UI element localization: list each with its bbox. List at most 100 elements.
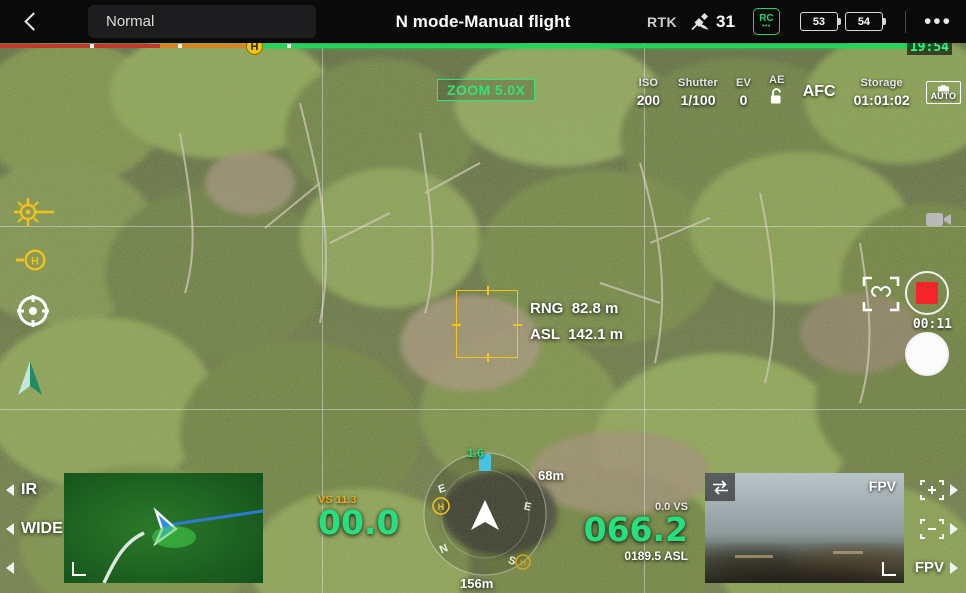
svg-text:H: H [438,502,445,512]
zoom-out-icon [920,518,944,539]
camera-mode-wide-label: WIDE [21,519,63,537]
more-options-button[interactable]: ••• [924,11,952,32]
compass-attitude-indicator: E N S E H H [419,448,551,580]
gimbal-pitch-marker-icon[interactable] [14,198,54,231]
asl-label: ASL [530,326,560,343]
auto-badge-label: AUTO [930,90,956,101]
chevron-left-icon [24,12,43,31]
auto-mode-badge[interactable]: AUTO [925,80,961,104]
shutter-value: 1/100 [680,91,716,108]
zoom-out-button[interactable] [902,509,958,548]
battery-1-indicator: 53 [799,12,842,31]
camera-mode-wide[interactable]: WIDE [6,509,68,548]
flight-bar-remaining-segment [255,44,935,48]
video-camera-icon [926,211,952,233]
chevron-left-icon [6,561,14,574]
battery-2-indicator: 54 [844,12,887,31]
distance-far-readout: 156m [460,576,494,591]
laser-rangefinder-readout: RNG 82.8 m ASL 142.1 m [530,296,623,348]
drone-controller-screen: H 19:54 ZOOM 5.0X ISO 200 Shutter 1/100 … [0,0,966,593]
chevron-right-icon [950,522,958,535]
flight-mode-selector[interactable]: Normal [88,5,316,38]
compass-speed-readout: 1.6 [467,446,484,460]
photo-shutter-button[interactable] [905,332,949,376]
chevron-left-icon [6,483,14,496]
target-tracking-box[interactable] [452,286,522,362]
stop-record-icon [916,282,938,304]
zoom-in-icon [920,479,944,500]
gimbal-attitude-icon[interactable] [16,294,54,333]
swap-views-icon[interactable] [705,473,735,501]
flight-bar-critical-segment [0,44,160,48]
ev-label: EV [735,76,752,89]
distance-near-readout: 68m [538,468,565,483]
map-corner-marker [72,562,86,576]
unlock-icon [770,88,784,110]
home-point-marker-icon[interactable]: H [16,249,54,276]
grid-line-h1 [0,226,966,227]
rtk-status-label[interactable]: RTK [647,14,677,30]
shutter-setting[interactable]: Shutter 1/100 [669,77,727,108]
storage-value: 01:01:02 [853,91,910,108]
camera-mode-ir[interactable]: IR [6,470,68,509]
track-tick-right [513,324,522,326]
camera-mode-ir-label: IR [21,480,37,498]
north-arrow-icon [14,359,54,402]
rng-label: RNG [530,300,564,317]
flight-bar-tick-2 [178,44,182,48]
track-tick-top [487,286,489,295]
map-preview[interactable] [64,473,263,583]
satellite-status[interactable]: 31 [691,12,735,32]
record-button[interactable] [905,271,949,315]
storage-label: Storage [860,76,903,89]
fpv-preview[interactable]: FPV [705,473,904,583]
flight-bar-tick-1 [90,44,94,48]
ae-label: AE [769,74,785,86]
camera-settings-strip: ISO 200 Shutter 1/100 EV 0 AE AFC Storag… [628,69,961,115]
rc-badge-dots: ••• [762,22,771,30]
fpv-toggle-button[interactable]: FPV [902,548,958,587]
grid-line-h2 [0,409,966,410]
svg-text:H: H [31,256,39,268]
track-tick-left [452,324,461,326]
svg-text:H: H [520,559,526,568]
rng-value: 82.8 m [571,300,619,317]
horizontal-speed-value: 00.0 [318,503,400,542]
camera-mode-extra[interactable] [6,548,68,587]
satellite-count: 31 [716,11,735,31]
rc-badge-label: RC [759,12,774,24]
focus-frame-icon[interactable] [862,275,900,313]
iso-value: 200 [636,91,661,108]
ev-value: 0 [739,91,748,108]
asl-value: 142.1 m [568,326,624,343]
zoom-level-badge: ZOOM 5.0X [437,79,536,101]
chevron-right-icon [950,483,958,496]
altitude-readout: 0.0 VS 066.2 0189.5 ASL [584,501,688,563]
back-button[interactable] [0,0,62,43]
satellite-icon [691,13,709,31]
focus-mode-value[interactable]: AFC [794,83,845,101]
fpv-toggle-label: FPV [914,559,944,576]
flight-time-remaining: 19:54 [906,43,952,55]
ev-setting[interactable]: EV 0 [727,77,760,108]
absolute-altitude-value: 0189.5 ASL [624,549,688,563]
fpv-preview-label: FPV [868,478,896,494]
storage-setting: Storage 01:01:02 [845,77,919,108]
left-indicator-rail: H [14,198,54,420]
ae-lock-setting[interactable]: AE [760,74,794,110]
status-indicators: RTK 31 RC ••• 53 54 ••• [647,0,966,43]
main-video-feed[interactable]: H 19:54 ZOOM 5.0X ISO 200 Shutter 1/100 … [0,43,966,593]
flight-time-bar: H 19:54 [0,43,966,55]
altitude-value: 066.2 [583,510,688,549]
zoom-control-rail: FPV [902,470,958,587]
horizontal-speed-readout: VS 11.3 00.0 [318,494,399,540]
battery-group[interactable]: 53 54 [799,12,887,31]
zoom-in-button[interactable] [902,470,958,509]
shutter-label: Shutter [678,76,718,89]
status-divider [904,10,906,33]
iso-setting[interactable]: ISO 200 [628,77,669,108]
fpv-corner-marker [882,562,896,576]
map-preview-image [64,473,263,583]
rc-signal-badge[interactable]: RC ••• [752,8,780,35]
record-elapsed-time: 00:11 [912,317,952,332]
